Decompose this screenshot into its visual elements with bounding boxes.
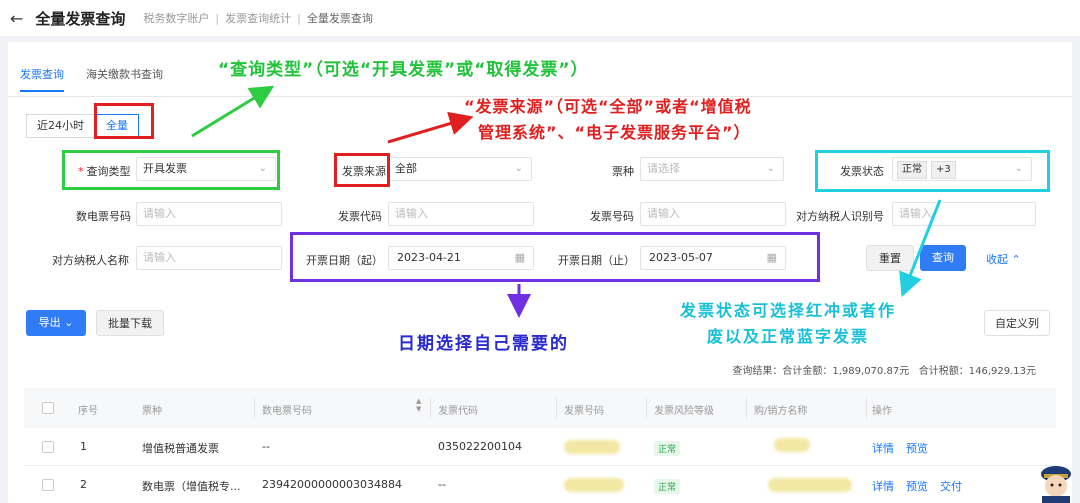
mascot-avatar: [1041, 466, 1071, 503]
arrow-cyan: [899, 199, 942, 298]
arrow-red: [387, 111, 474, 144]
annotation-arrows: [191, 85, 942, 318]
arrow-green: [191, 85, 275, 138]
